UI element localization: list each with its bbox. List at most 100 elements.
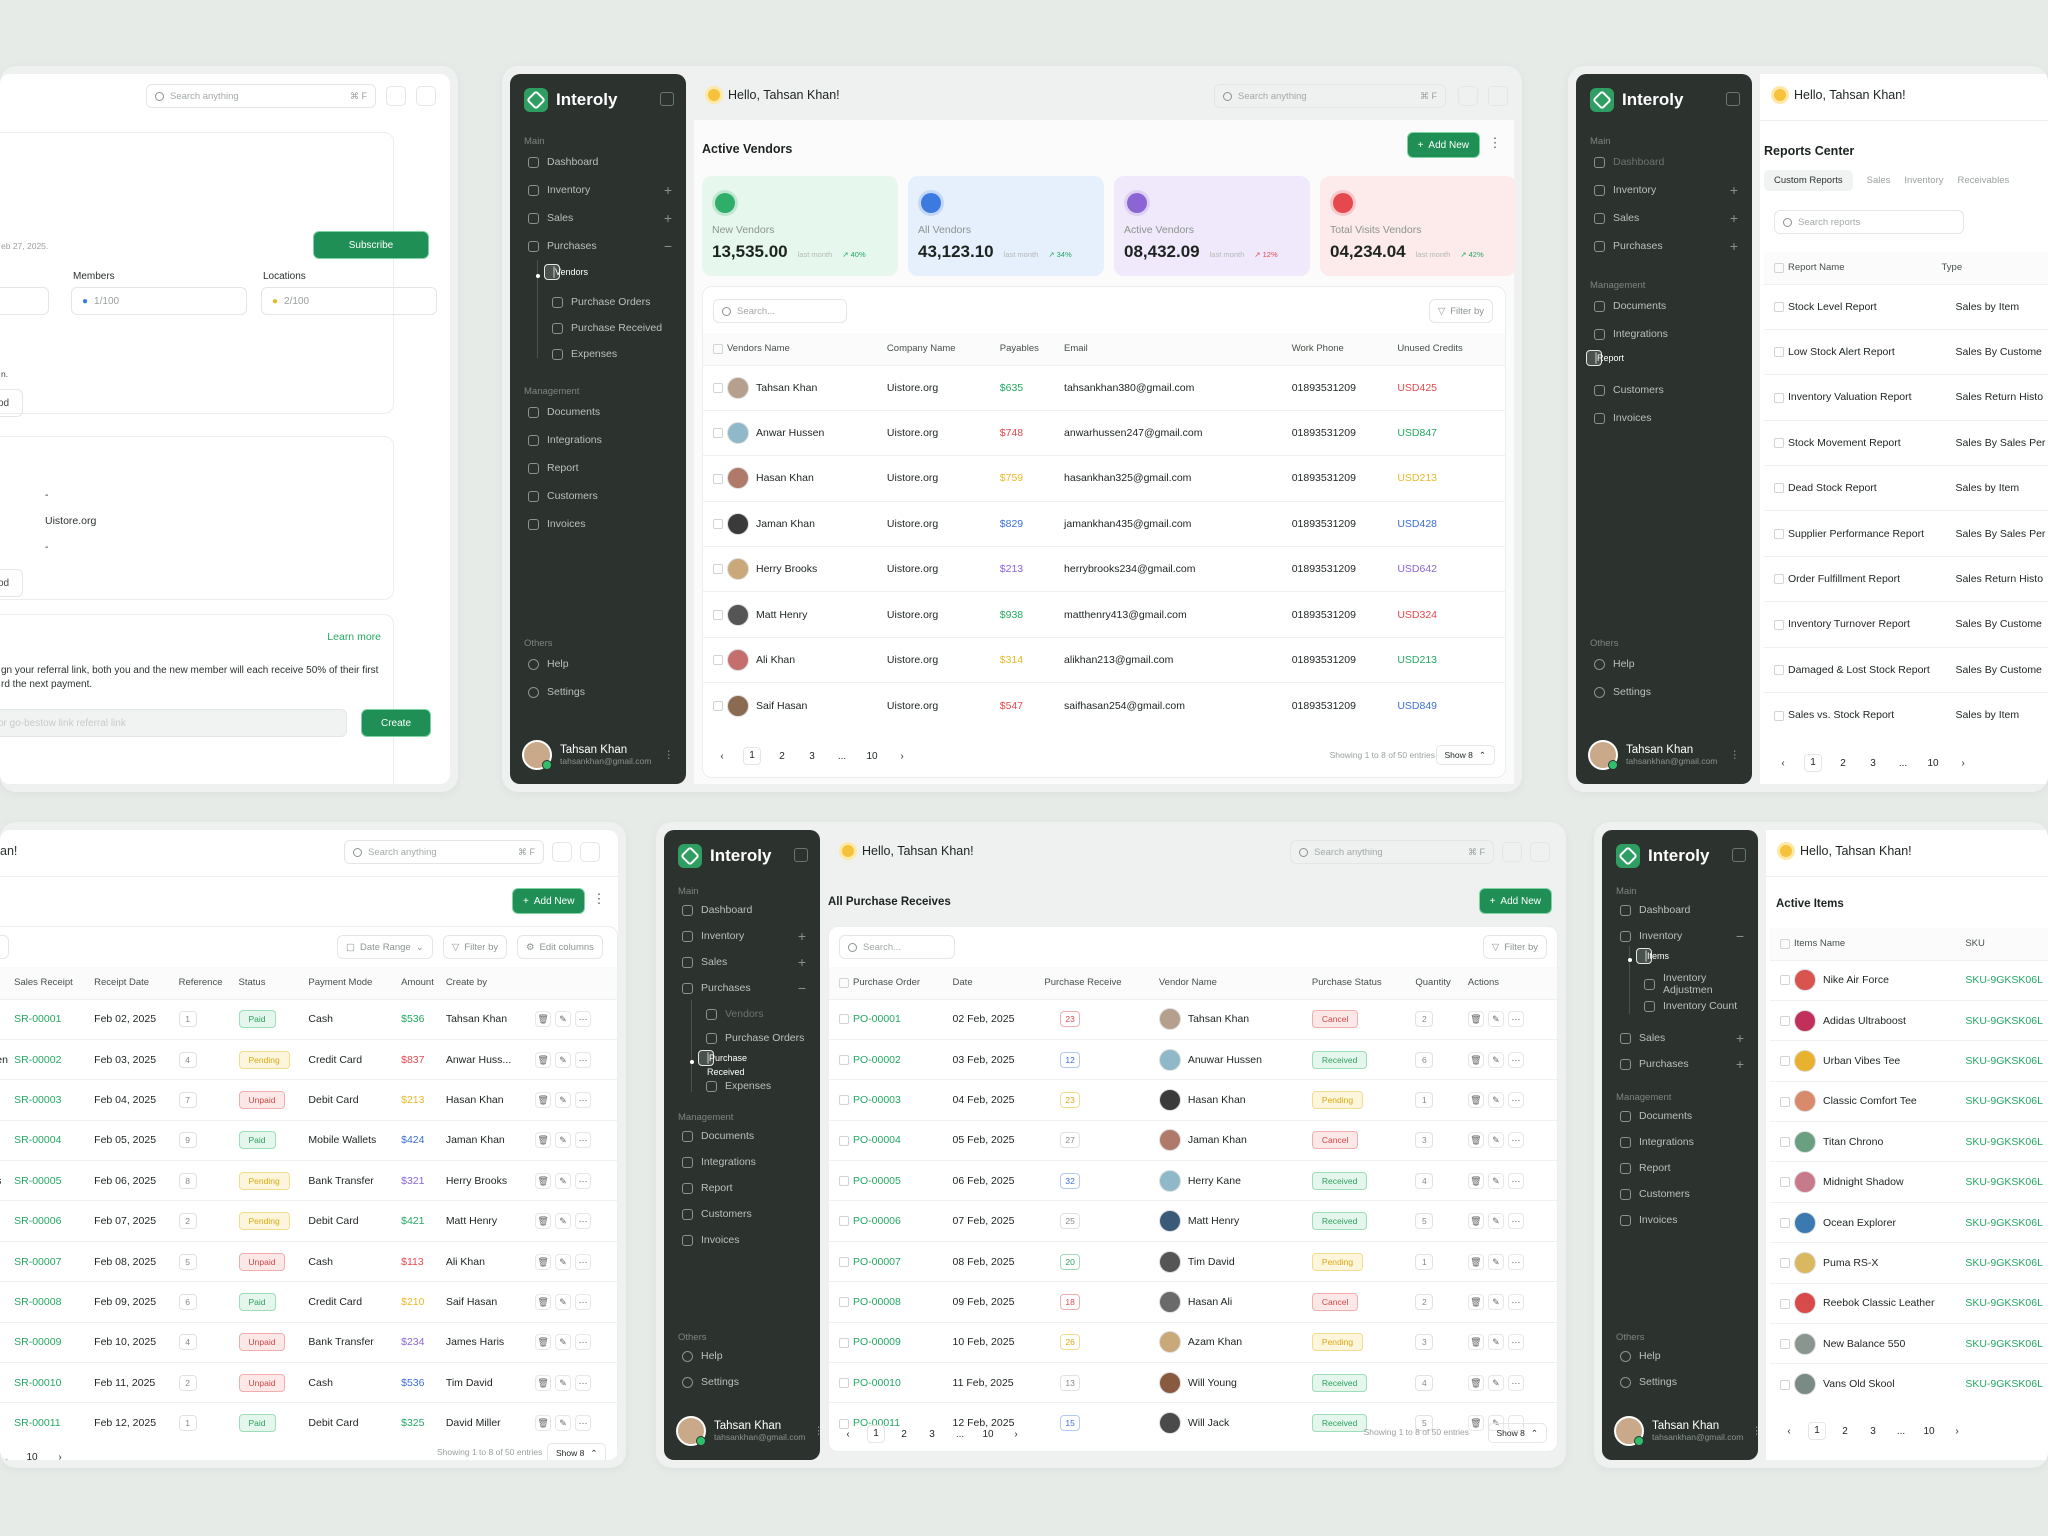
table-row[interactable]: Midnight Shadow SKU-9GKSK06L: [1770, 1161, 2048, 1203]
select-all-checkbox[interactable]: [839, 977, 849, 988]
row-checkbox[interactable]: [839, 1014, 849, 1025]
row-checkbox[interactable]: [839, 1256, 849, 1267]
table-row[interactable]: SR-00011 Feb 12, 2025 1 Paid Debit Card $325 D…: [0, 1402, 617, 1444]
bell-icon[interactable]: [416, 86, 436, 106]
nav-items[interactable]: Items: [1636, 948, 1669, 964]
receipt-id-cell[interactable]: SR-00003: [14, 1079, 95, 1121]
table-row[interactable]: PO-00008 09 Feb, 2025 18 Hasan Ali Cancel 2 🗑 ✎…: [829, 1281, 1557, 1323]
nav-purchases[interactable]: Purchases −: [674, 976, 806, 1000]
tab-sales[interactable]: Sales: [1867, 175, 1891, 186]
more-icon[interactable]: ⋯: [575, 1374, 592, 1391]
more-icon[interactable]: ⋯: [575, 1051, 592, 1068]
row-checkbox[interactable]: [1780, 1015, 1790, 1026]
delete-icon[interactable]: 🗑: [1467, 1132, 1484, 1149]
more-icon[interactable]: ⋯: [1507, 1132, 1524, 1149]
calendar-icon[interactable]: [386, 86, 406, 106]
more-options-icon[interactable]: ⋮: [590, 888, 608, 914]
user-profile[interactable]: Tahsan Khan tahsankhan@gmail.com ⋮: [1588, 736, 1740, 774]
row-checkbox[interactable]: [713, 564, 723, 575]
more-icon[interactable]: ⋯: [575, 1011, 592, 1028]
purchase-order-cell[interactable]: PO-00010: [853, 1362, 953, 1403]
nav-dashboard[interactable]: Dashboard: [1586, 150, 1738, 174]
edit-icon[interactable]: ✎: [555, 1011, 572, 1028]
purchase-order-cell[interactable]: PO-00009: [853, 1321, 953, 1363]
page-2[interactable]: 2: [1836, 1426, 1854, 1437]
table-row[interactable]: senSR-00002Feb 03, 20254 Pending Credit Ca…: [0, 1038, 617, 1080]
collapse-icon[interactable]: [1732, 848, 1746, 862]
search-input[interactable]: Search anything ⌘ F: [146, 84, 376, 108]
table-row[interactable]: SR-00007 Feb 08, 2025 5 Unpaid Cash $113 Ali K…: [0, 1240, 617, 1282]
delete-icon[interactable]: 🗑: [1467, 1051, 1484, 1068]
edit-icon[interactable]: ✎: [1487, 1051, 1504, 1068]
table-row[interactable]: Low Stock Alert Report Sales By Custome: [1764, 328, 2048, 375]
next-page-icon[interactable]: ›: [893, 751, 911, 762]
filter-button[interactable]: ▽ Filter by: [443, 935, 508, 959]
bell-icon[interactable]: [1530, 842, 1550, 862]
row-checkbox[interactable]: [839, 1377, 849, 1388]
row-checkbox[interactable]: [1780, 1177, 1790, 1188]
more-icon[interactable]: ⋯: [575, 1334, 592, 1351]
user-profile[interactable]: Tahsan Khan tahsankhan@gmail.com ⋮: [1614, 1412, 1762, 1450]
table-row[interactable]: Saif Hasan Uistore.org $547 saifhasan254@gm…: [703, 682, 1505, 729]
table-row[interactable]: Matt Henry Uistore.org $938 matthenry413@gm…: [703, 591, 1505, 638]
more-icon[interactable]: ⋮: [1751, 1425, 1762, 1437]
purchase-order-cell[interactable]: PO-00003: [853, 1079, 953, 1121]
nav-purchase-received[interactable]: Purchase Received: [698, 1050, 747, 1077]
report-search-input[interactable]: Search reports: [1774, 210, 1964, 234]
edit-icon[interactable]: ✎: [1487, 1374, 1504, 1391]
search-input[interactable]: Search anything ⌘ F: [344, 840, 544, 864]
delete-icon[interactable]: 🗑: [535, 1374, 552, 1391]
nav-report[interactable]: Report: [1586, 350, 1624, 366]
nav-purchases[interactable]: Purchases +: [1586, 234, 1738, 258]
delete-icon[interactable]: 🗑: [1467, 1213, 1484, 1230]
nav-sales[interactable]: Sales +: [1586, 206, 1738, 230]
table-row[interactable]: Stock Level Report Sales by Item: [1764, 283, 2048, 330]
nav-invoices[interactable]: Invoices: [520, 512, 672, 536]
page-3[interactable]: 3: [923, 1429, 941, 1440]
next-page-icon[interactable]: ›: [1954, 758, 1972, 769]
next-page-icon[interactable]: ›: [1007, 1429, 1025, 1440]
edit-icon[interactable]: ✎: [555, 1415, 572, 1432]
receipt-id-cell[interactable]: SR-00005: [14, 1160, 95, 1201]
delete-icon[interactable]: 🗑: [1467, 1172, 1484, 1189]
table-row[interactable]: Sales vs. Stock Report Sales by Item: [1764, 692, 2048, 738]
nav-report[interactable]: Report: [520, 456, 672, 480]
edit-icon[interactable]: ✎: [1487, 1172, 1504, 1189]
page-10[interactable]: 10: [863, 751, 881, 762]
table-row[interactable]: SR-00010 Feb 11, 2025 2 Unpaid Cash $536 Tim D…: [0, 1362, 617, 1403]
nav-sales[interactable]: Sales +: [674, 950, 806, 974]
select-all-checkbox[interactable]: [1780, 938, 1790, 949]
table-row[interactable]: PO-00010 11 Feb, 2025 13 Will Young Received…: [829, 1362, 1557, 1403]
nav-documents[interactable]: Documents: [1586, 294, 1738, 318]
delete-icon[interactable]: 🗑: [535, 1132, 552, 1149]
subscribe-button[interactable]: Subscribe: [313, 231, 429, 259]
user-profile[interactable]: Tahsan Khan tahsankhan@gmail.com ⋮: [522, 736, 674, 774]
nav-inventory[interactable]: Inventory +: [520, 178, 672, 202]
edit-icon[interactable]: ✎: [555, 1253, 572, 1270]
bell-icon[interactable]: [1488, 86, 1508, 106]
nav-expenses[interactable]: Expenses: [698, 1074, 806, 1098]
table-row[interactable]: Ocean Explorer SKU-9GKSK06L: [1770, 1201, 2048, 1243]
row-checkbox[interactable]: [1774, 574, 1784, 585]
delete-icon[interactable]: 🗑: [535, 1172, 552, 1189]
table-row[interactable]: Supplier Performance Report Sales By Sale…: [1764, 510, 2048, 557]
page-2[interactable]: 2: [1834, 758, 1852, 769]
row-checkbox[interactable]: [713, 609, 723, 620]
search-input[interactable]: Search anything ⌘ F: [1214, 84, 1446, 108]
page-1[interactable]: 1: [867, 1425, 885, 1443]
row-checkbox[interactable]: [1780, 1379, 1790, 1390]
page-1[interactable]: 1: [1804, 754, 1822, 772]
table-row[interactable]: PO-00006 07 Feb, 2025 25 Matt Henry Received…: [829, 1200, 1557, 1242]
edit-icon[interactable]: ✎: [555, 1293, 572, 1310]
table-row[interactable]: Inventory Turnover Report Sales By Custom…: [1764, 601, 2048, 648]
nav-settings[interactable]: Settings: [674, 1370, 806, 1394]
nav-customers[interactable]: Customers: [1586, 378, 1738, 402]
row-checkbox[interactable]: [839, 1175, 849, 1186]
row-checkbox[interactable]: [839, 1095, 849, 1106]
delete-icon[interactable]: 🗑: [1467, 1011, 1484, 1028]
more-icon[interactable]: ⋮: [664, 749, 675, 761]
delete-icon[interactable]: 🗑: [1467, 1253, 1484, 1270]
delete-icon[interactable]: 🗑: [1467, 1334, 1484, 1351]
row-checkbox[interactable]: [839, 1054, 849, 1065]
nav-sales[interactable]: Sales +: [520, 206, 672, 230]
